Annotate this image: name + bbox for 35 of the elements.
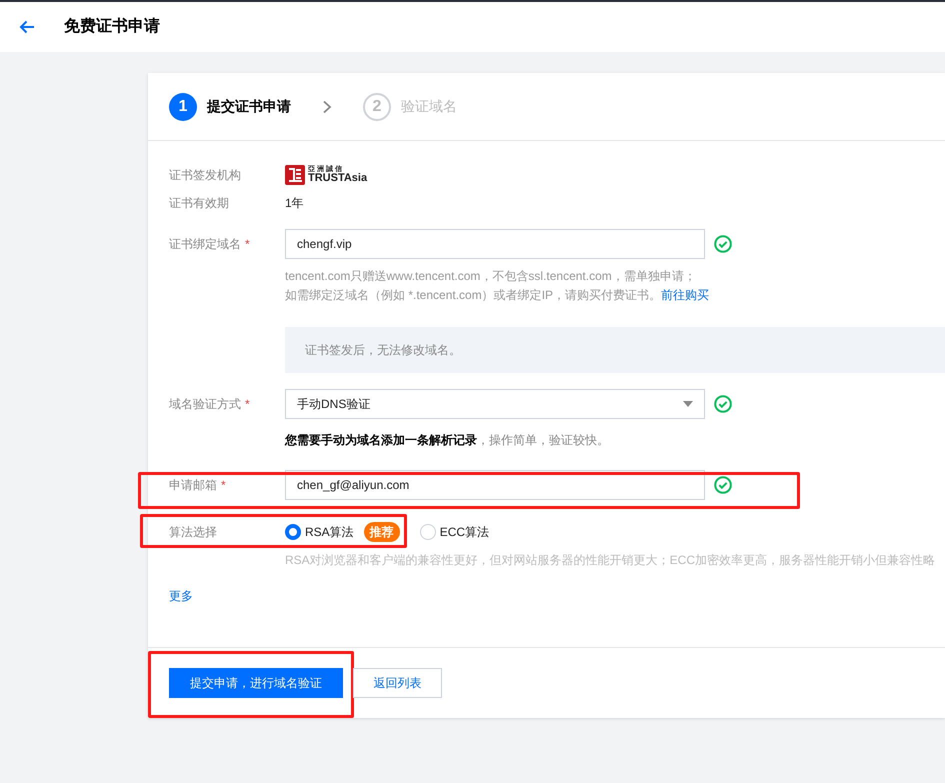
logo-mark-icon [285, 165, 305, 185]
field-label: 申请邮箱 [169, 477, 217, 494]
field-label: 证书绑定域名 [169, 236, 241, 253]
field-label: 算法选择 [169, 524, 217, 541]
required-mark: * [245, 236, 250, 253]
step-label[interactable]: 提交证书申请 [207, 96, 291, 117]
recommend-badge: 推荐 [364, 522, 400, 542]
radio-label[interactable]: ECC算法 [440, 523, 490, 541]
step-number: 2 [363, 92, 391, 120]
hint-text: RSA对浏览器和客户端的兼容性更好，但对网站服务器的性能开销更大；ECC加密效率更高，服务器性能开销小但兼容性略 [285, 553, 936, 567]
required-mark: * [245, 396, 250, 413]
back-to-list-button[interactable]: 返回列表 [353, 668, 442, 698]
submit-button[interactable]: 提交申请，进行域名验证 [169, 668, 343, 698]
step-number: 1 [169, 92, 197, 120]
verification-note: 您需要手动为域名添加一条解析记录，操作简单，验证较快。 [285, 433, 609, 447]
notice-text: 证书签发后，无法修改域名。 [305, 342, 461, 359]
required-mark: * [221, 477, 226, 494]
field-value: 1年 [285, 195, 304, 212]
caret-icon [683, 401, 693, 407]
radio-label[interactable]: RSA算法 [305, 523, 354, 541]
logo-text: TRUSTAsia [308, 173, 368, 184]
chevron-right-icon [322, 100, 332, 114]
hint-text: 如需绑定泛域名（例如 *.tencent.com）或者绑定IP，请购买付费证书。 [285, 287, 662, 304]
radio-button[interactable] [285, 524, 301, 540]
field-label: 证书签发机构 [169, 167, 241, 184]
page-title: 免费证书申请 [64, 16, 160, 37]
input-field[interactable]: chen_gf@aliyun.com [285, 470, 705, 500]
buy-link[interactable]: 前往购买 [661, 286, 710, 305]
field-label: 证书有效期 [169, 195, 229, 212]
hint-text: tencent.com只赠送www.tencent.com，不包含ssl.tencent.com，需单独申请； [285, 268, 696, 285]
back-arrow-icon[interactable] [19, 20, 35, 34]
more-link[interactable]: 更多 [169, 589, 193, 603]
dropdown-field[interactable]: 手动DNS验证 [285, 389, 705, 419]
field-label: 域名验证方式 [169, 396, 241, 413]
input-field[interactable]: chengf.vip [285, 229, 705, 259]
